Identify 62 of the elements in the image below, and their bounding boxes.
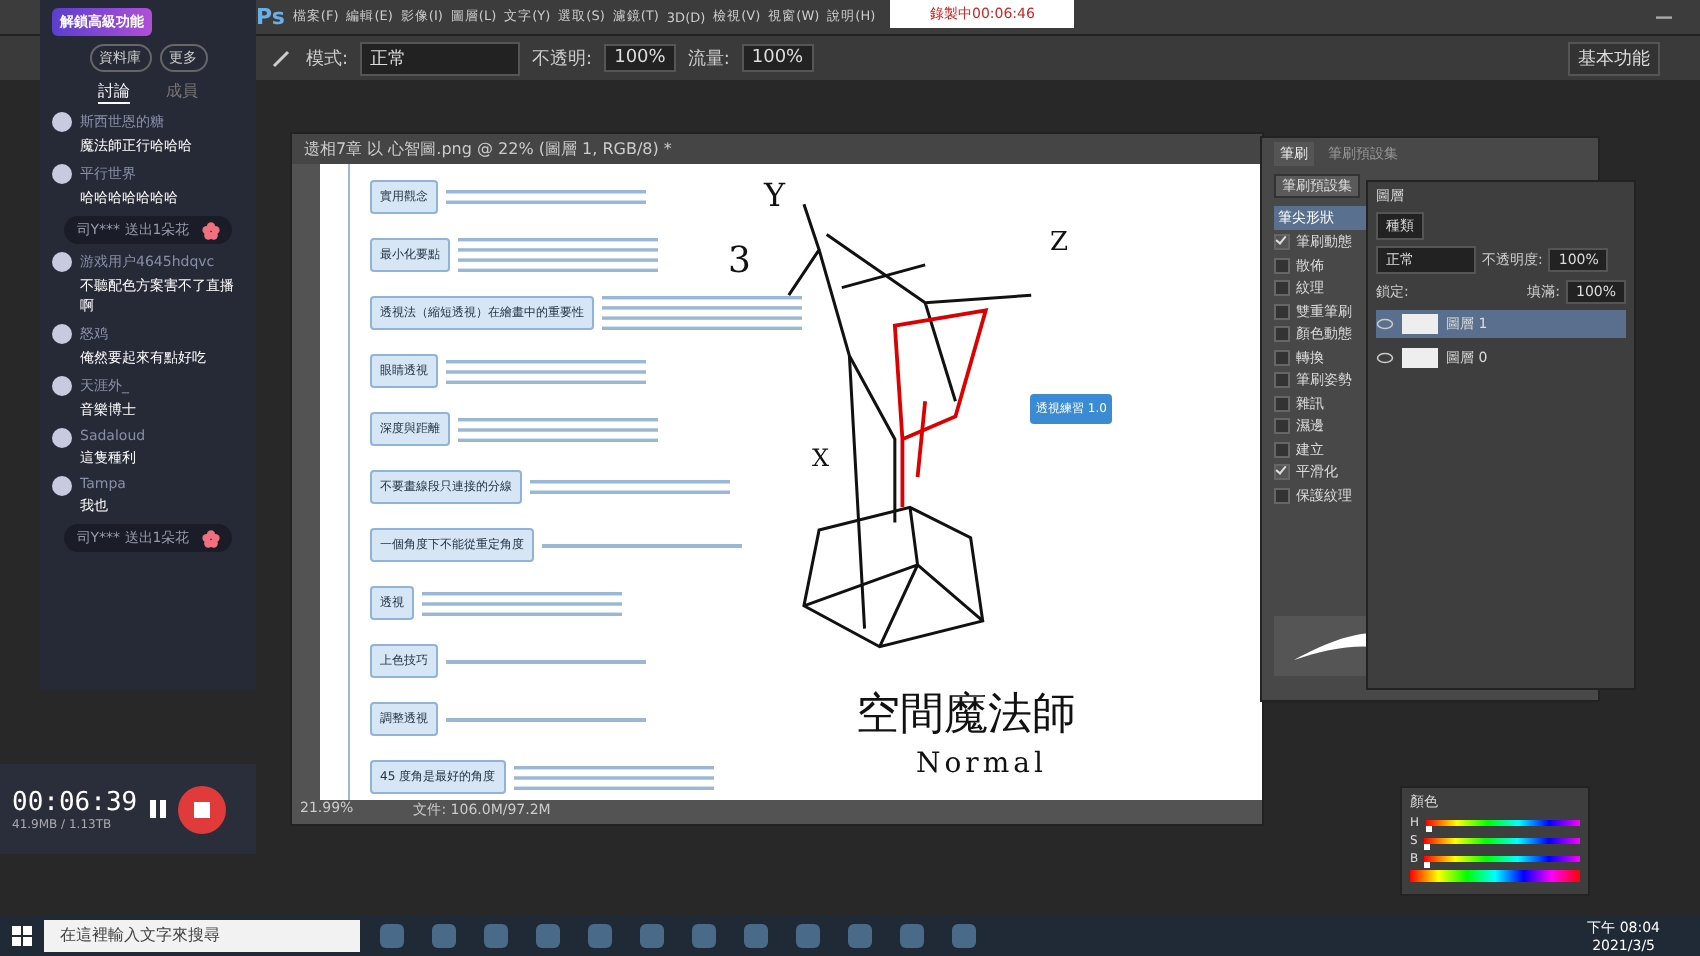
flower-icon — [201, 529, 220, 547]
taskbar-app-icon[interactable] — [692, 924, 716, 948]
handwritten-caption: Normal — [916, 748, 1047, 780]
checkbox[interactable] — [1274, 280, 1290, 297]
taskbar-app-icon[interactable] — [796, 924, 820, 948]
flow-label: 流量: — [687, 47, 730, 71]
windows-icon[interactable] — [12, 926, 32, 946]
taskbar-app-icon[interactable] — [588, 924, 612, 948]
brush-icon[interactable] — [270, 46, 294, 70]
chat-tab[interactable]: 討論 — [98, 80, 130, 104]
minimize-icon[interactable] — [1656, 15, 1672, 19]
avatar — [52, 476, 72, 496]
handwritten-label: Z — [1050, 228, 1069, 258]
workspace-dropdown[interactable]: 基本功能 — [1568, 41, 1660, 75]
eye-icon[interactable] — [1376, 352, 1394, 364]
handwritten-caption: 空間魔法師 — [856, 688, 1076, 744]
checkbox[interactable] — [1274, 487, 1290, 504]
handwritten-label: Y — [764, 176, 786, 214]
checkbox[interactable] — [1274, 257, 1290, 274]
taskbar-app-icon[interactable] — [744, 924, 768, 948]
checkbox[interactable] — [1274, 349, 1290, 366]
checkbox[interactable] — [1274, 372, 1290, 389]
taskbar-app-icon[interactable] — [952, 924, 976, 948]
avatar — [52, 252, 72, 272]
avatar — [52, 324, 72, 344]
checkbox[interactable] — [1274, 418, 1290, 435]
opacity-field[interactable]: 100% — [604, 44, 676, 72]
checkbox[interactable] — [1274, 234, 1290, 251]
stop-button[interactable] — [177, 785, 226, 833]
pause-icon[interactable] — [149, 800, 166, 818]
avatar — [52, 376, 72, 396]
document-tab[interactable]: 遗相7章 以 心智圖.png @ 22% (圖層 1, RGB/8) * — [292, 134, 1262, 164]
search-field[interactable]: 在這裡輸入文字來搜尋 — [44, 920, 360, 952]
mode-label: 模式: — [306, 47, 349, 71]
mode-dropdown[interactable]: 正常 — [360, 41, 521, 75]
handwritten-label: X — [812, 444, 830, 472]
avatar — [52, 112, 72, 132]
checkbox[interactable] — [1274, 303, 1290, 320]
checkbox[interactable] — [1274, 326, 1290, 343]
checkbox[interactable] — [1274, 441, 1290, 458]
slider-thumb[interactable] — [1423, 844, 1430, 850]
flower-icon — [201, 221, 220, 239]
taskbar-app-icon[interactable] — [900, 924, 924, 948]
eye-icon[interactable] — [1376, 318, 1394, 330]
taskbar-app-icon[interactable] — [536, 924, 560, 948]
avatar — [52, 164, 72, 184]
slider-thumb[interactable] — [1425, 826, 1432, 832]
taskbar-app-icon[interactable] — [380, 924, 404, 948]
recording-time: 00:06:39 — [12, 787, 138, 817]
taskbar-app-icon[interactable] — [848, 924, 872, 948]
opacity-label: 不透明: — [532, 47, 593, 71]
checkbox[interactable] — [1274, 464, 1290, 481]
taskbar-app-icon[interactable] — [432, 924, 456, 948]
avatar — [52, 428, 72, 448]
taskbar-app-icon[interactable] — [640, 924, 664, 948]
taskbar-app-icon[interactable] — [484, 924, 508, 948]
handwritten-label: 3 — [728, 240, 751, 282]
flow-field[interactable]: 100% — [741, 44, 814, 72]
app-logo: Ps — [256, 4, 285, 30]
checkbox[interactable] — [1274, 395, 1290, 412]
slider-thumb[interactable] — [1424, 862, 1431, 868]
color-spectrum[interactable] — [1410, 870, 1580, 882]
